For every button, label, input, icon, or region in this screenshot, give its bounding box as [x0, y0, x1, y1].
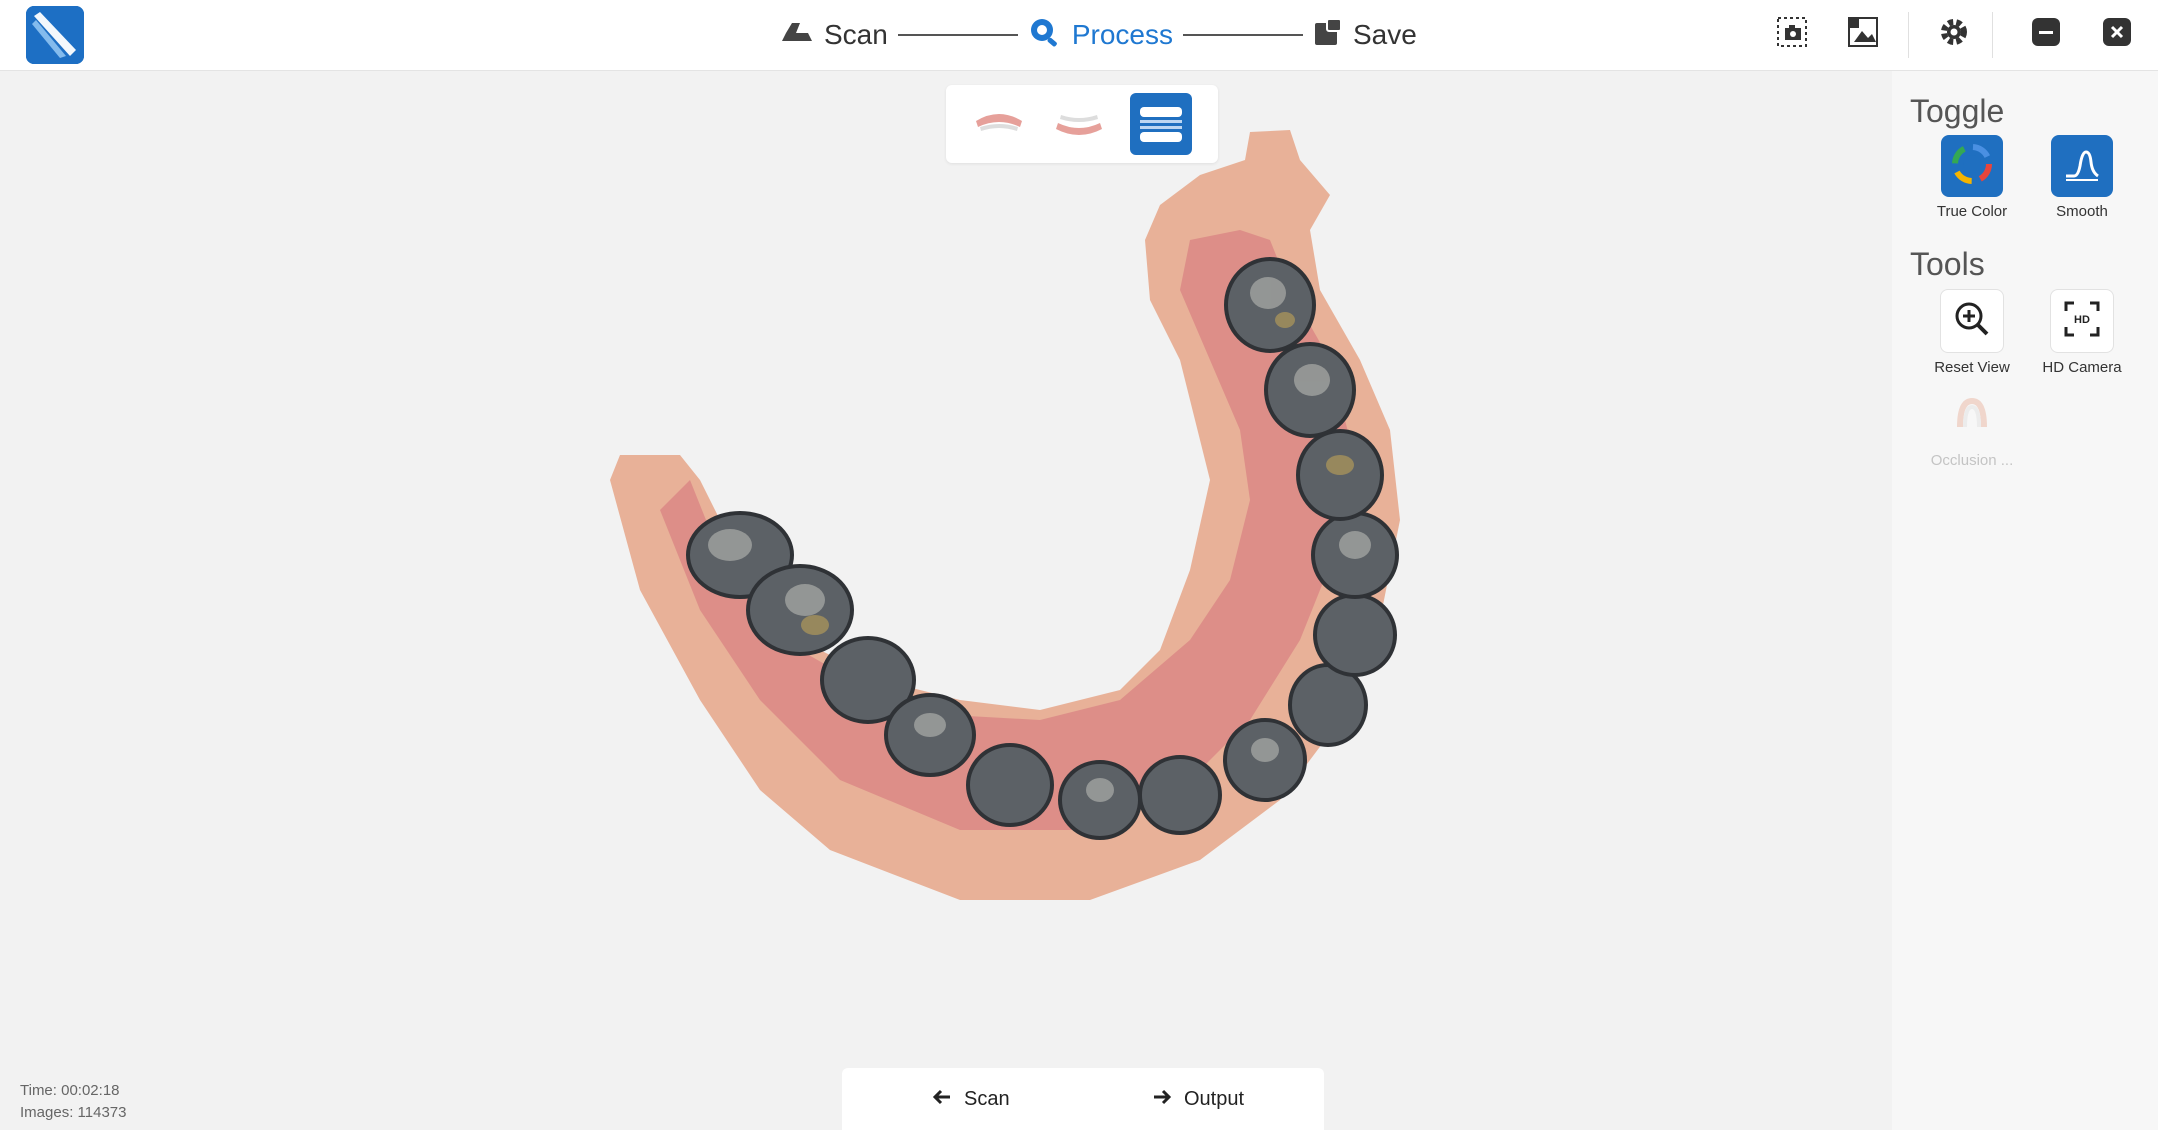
- screenshot-button[interactable]: [1772, 14, 1812, 54]
- minimize-icon: [2031, 17, 2061, 52]
- step-connector: [1182, 34, 1303, 36]
- hd-camera-button[interactable]: HD: [2050, 289, 2114, 353]
- zoom-reset-icon: [1952, 299, 1992, 344]
- smooth-button[interactable]: [2051, 135, 2113, 197]
- camera-capture-icon: [1775, 15, 1809, 54]
- smooth-label: Smooth: [2056, 203, 2108, 220]
- gear-icon: [1938, 16, 1970, 53]
- true-color-label: True Color: [1936, 203, 2008, 220]
- scan-viewport[interactable]: [0, 71, 1892, 1130]
- occlusion-icon: [1952, 393, 1992, 438]
- dental-arch-model[interactable]: [0, 71, 1892, 1130]
- app-logo: [26, 6, 84, 64]
- workflow-steps: Scan Process Save: [780, 10, 1417, 60]
- true-color-toggle[interactable]: True Color: [1917, 135, 2027, 220]
- occlusion-button[interactable]: [1941, 384, 2003, 446]
- both-jaws-button[interactable]: [1130, 93, 1192, 155]
- reset-view-button[interactable]: [1940, 289, 2004, 353]
- save-icon: [1313, 17, 1343, 54]
- hd-camera-icon: HD: [2062, 299, 2102, 344]
- scanner-icon: [780, 19, 814, 52]
- image-count: Images: 114373: [20, 1104, 127, 1121]
- step-save-label: Save: [1352, 19, 1417, 50]
- reset-view-label: Reset View: [1934, 359, 2010, 376]
- true-color-button[interactable]: [1941, 135, 2003, 197]
- scan-time: Time: 00:02:18: [20, 1082, 120, 1099]
- step-connector: [897, 34, 1018, 36]
- lower-jaw-icon: [1048, 115, 1110, 159]
- smooth-curve-icon: [2060, 142, 2104, 191]
- hd-camera-tool[interactable]: HD HD Camera: [2027, 289, 2137, 376]
- jaw-view-selector: [946, 85, 1218, 163]
- output-label: Output: [1184, 1088, 1245, 1110]
- top-bar: Scan Process Save: [0, 0, 2158, 71]
- toolbar-divider: [1908, 12, 1909, 58]
- occlusion-tool[interactable]: Occlusion ...: [1917, 384, 2027, 469]
- toggle-heading: Toggle: [1910, 93, 2005, 129]
- toolbar-divider: [1992, 12, 1993, 58]
- reset-view-tool[interactable]: Reset View: [1917, 289, 2027, 376]
- both-jaws-icon: [1130, 107, 1192, 159]
- tools-heading: Tools: [1910, 246, 1985, 282]
- hd-camera-label: HD Camera: [2042, 359, 2122, 376]
- step-process[interactable]: Process: [1028, 17, 1173, 54]
- minimize-button[interactable]: [2026, 14, 2066, 54]
- close-button[interactable]: [2097, 14, 2137, 54]
- image-icon: [1846, 15, 1880, 54]
- step-process-label: Process: [1071, 19, 1173, 50]
- svg-text:HD: HD: [2074, 314, 2090, 326]
- upper-jaw-button[interactable]: [968, 93, 1030, 155]
- occlusion-label: Occlusion ...: [1930, 452, 2014, 469]
- output-button[interactable]: Output: [1152, 1088, 1244, 1111]
- snapshot-button[interactable]: [1843, 14, 1883, 54]
- back-to-scan-button[interactable]: Scan: [932, 1088, 1010, 1111]
- step-scan-label: Scan: [824, 19, 888, 50]
- back-label: Scan: [964, 1088, 1010, 1110]
- step-scan[interactable]: Scan: [780, 19, 888, 52]
- arrow-right-icon: [1152, 1088, 1172, 1111]
- step-save[interactable]: Save: [1313, 17, 1417, 54]
- close-icon: [2102, 17, 2132, 52]
- lower-jaw-button[interactable]: [1048, 93, 1110, 155]
- right-panel: Toggle True Color Smooth Tools Reset Vie…: [1892, 71, 2158, 1130]
- bottom-navigation: Scan Output: [842, 1068, 1324, 1130]
- scan-status: Time: 00:02:18 Images: 114373: [20, 1080, 126, 1124]
- color-wheel-icon: [1950, 142, 1994, 191]
- smooth-toggle[interactable]: Smooth: [2027, 135, 2137, 220]
- arrow-left-icon: [932, 1088, 952, 1111]
- upper-jaw-icon: [968, 114, 1030, 159]
- process-icon: [1028, 17, 1062, 54]
- settings-button[interactable]: [1934, 14, 1974, 54]
